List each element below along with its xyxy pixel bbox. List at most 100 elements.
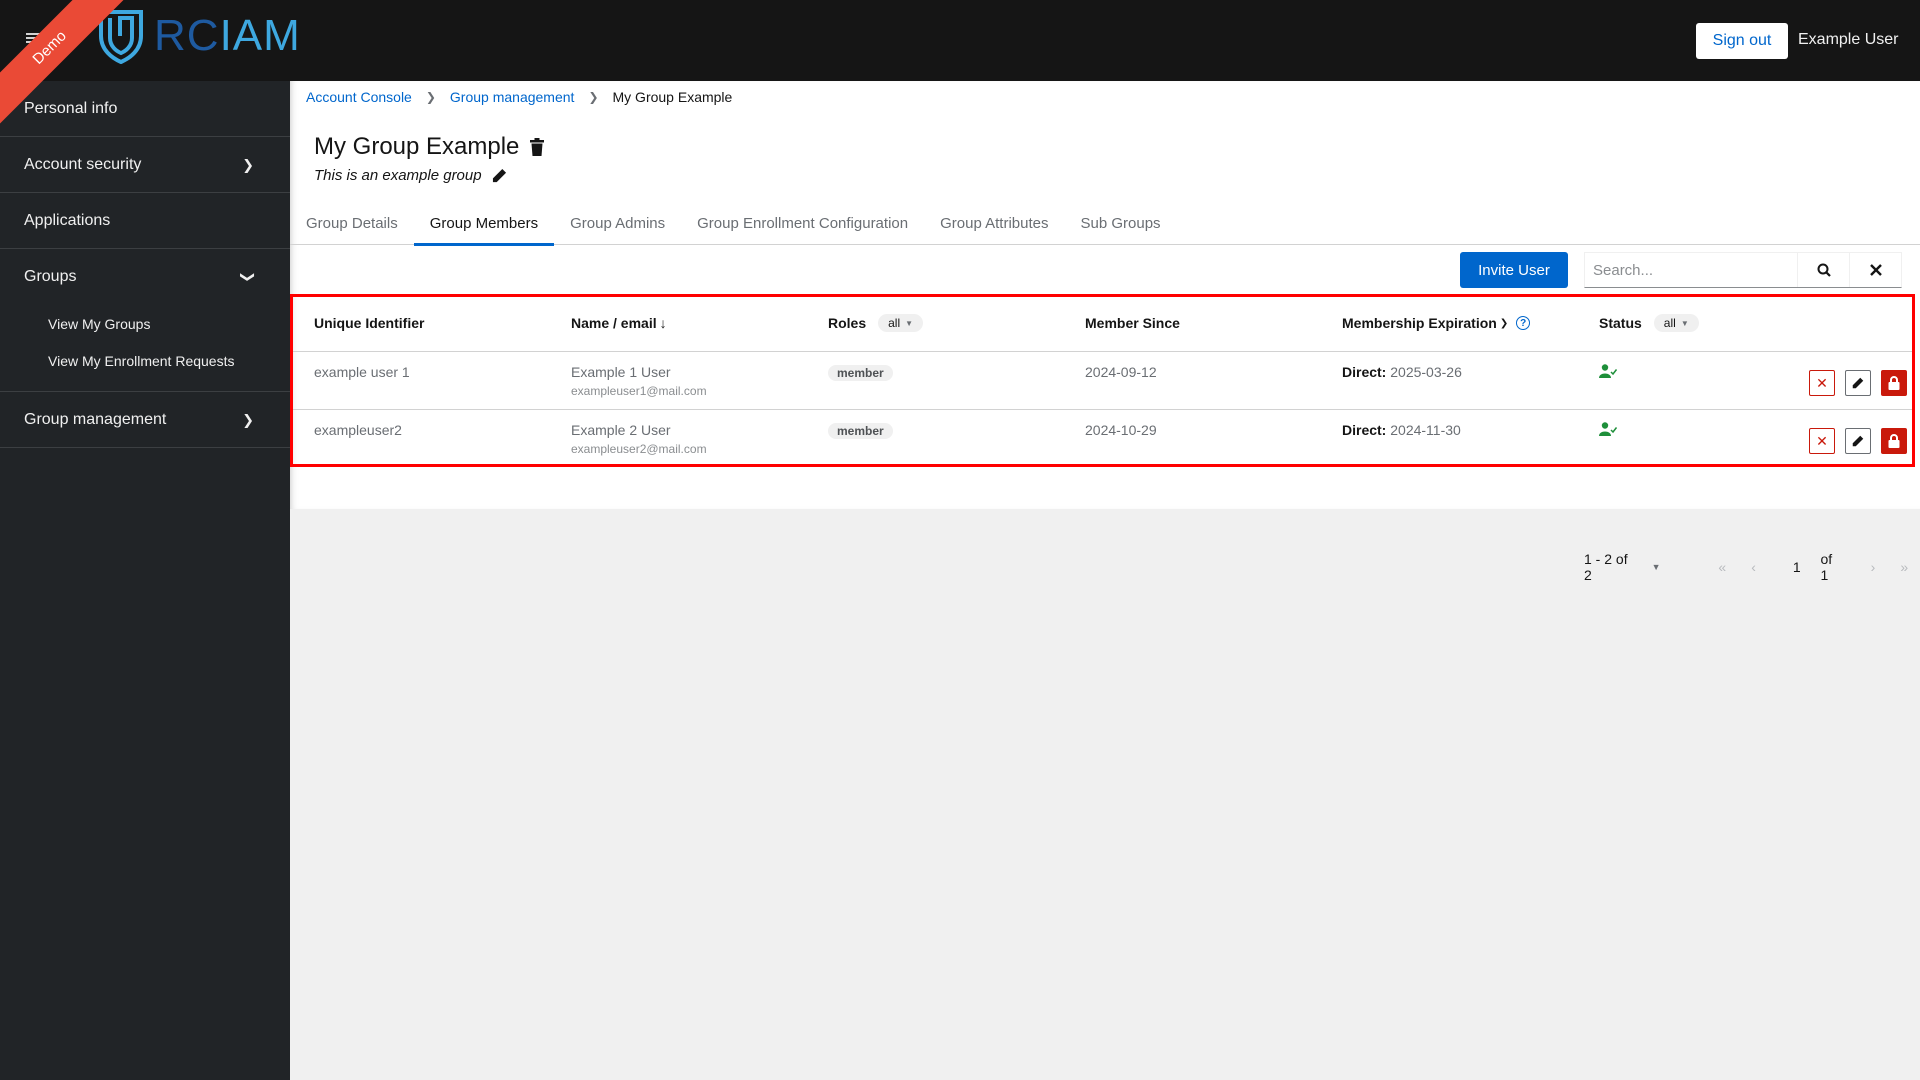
- header-unique-identifier: Unique Identifier: [314, 315, 425, 331]
- cell-status: [1575, 410, 1775, 468]
- breadcrumb-separator-icon: ❯: [588, 90, 599, 104]
- sidebar-item-group-management[interactable]: Group management ❯: [0, 392, 290, 448]
- cell-member-since: 2024-09-12: [1085, 364, 1157, 380]
- remove-member-button[interactable]: ✕: [1809, 370, 1835, 396]
- edit-member-button[interactable]: [1845, 428, 1871, 454]
- sidebar-item-personal-info[interactable]: Personal info: [0, 81, 290, 137]
- clear-search-button[interactable]: [1849, 253, 1901, 287]
- group-description-text: This is an example group: [314, 167, 482, 184]
- logo-text-rc: RC: [154, 11, 220, 60]
- sidebar-group-groups: Groups ❯ View My Groups View My Enrollme…: [0, 249, 290, 392]
- chevron-down-icon[interactable]: ❯: [1500, 318, 1508, 329]
- main-content: Account Console ❯ Group management ❯ My …: [290, 81, 1920, 585]
- member-name: Example 1 User: [571, 364, 671, 380]
- pencil-icon: [1852, 377, 1864, 389]
- cell-name-email: Example 2 User exampleuser2@mail.com: [547, 410, 804, 468]
- tab-group-enrollment-configuration[interactable]: Group Enrollment Configuration: [681, 212, 924, 245]
- trash-icon[interactable]: [529, 138, 545, 156]
- group-description: This is an example group: [314, 167, 507, 184]
- roles-filter-dropdown[interactable]: all ▼: [878, 314, 924, 332]
- breadcrumb-group-management[interactable]: Group management: [450, 89, 575, 105]
- role-chip: member: [828, 365, 893, 381]
- expiration-date: 2025-03-26: [1390, 364, 1462, 380]
- cell-unique-identifier: example user 1: [314, 364, 410, 380]
- header-name-email-label: Name / email: [571, 315, 657, 331]
- caret-down-icon: ▼: [905, 318, 914, 328]
- pagination-range: 1 - 2 of 2: [1584, 551, 1628, 583]
- help-icon[interactable]: ?: [1516, 316, 1531, 330]
- table-row: example user 1 Example 1 User exampleuse…: [290, 352, 1915, 410]
- cell-membership-expiration: Direct: 2025-03-26: [1318, 352, 1575, 409]
- last-page-icon[interactable]: »: [1889, 559, 1920, 575]
- top-header: RCIAM Demo Sign out Example User: [0, 0, 1920, 139]
- sidebar-item-label: Groups: [24, 268, 77, 285]
- suspend-member-button[interactable]: [1881, 370, 1907, 396]
- pagination-range-dropdown[interactable]: 1 - 2 of 2 ▼: [1584, 551, 1661, 583]
- pagination: 1 - 2 of 2 ▼ « ‹ 1 of 1 › »: [1584, 547, 1920, 587]
- tab-group-members[interactable]: Group Members: [413, 212, 555, 246]
- sidebar-nav: Personal info Account security ❯ Applica…: [0, 81, 290, 1080]
- row-actions: ✕: [1809, 370, 1907, 396]
- cell-roles: member: [804, 352, 1061, 409]
- tab-group-admins[interactable]: Group Admins: [554, 212, 681, 245]
- breadcrumb-current: My Group Example: [612, 89, 733, 105]
- page-title: My Group Example: [314, 133, 545, 161]
- remove-member-button[interactable]: ✕: [1809, 428, 1835, 454]
- status-filter-value: all: [1663, 316, 1676, 330]
- pencil-icon[interactable]: [492, 168, 507, 183]
- sidebar-item-label: Account security: [24, 155, 142, 173]
- member-name: Example 2 User: [571, 422, 671, 438]
- lock-icon: [1888, 376, 1900, 390]
- sidebar-subitem-view-my-groups[interactable]: View My Groups: [0, 305, 290, 342]
- tab-group-details[interactable]: Group Details: [306, 212, 414, 245]
- roles-filter-value: all: [888, 316, 901, 330]
- sidebar-item-account-security[interactable]: Account security ❯: [0, 137, 290, 193]
- sidebar-item-applications[interactable]: Applications: [0, 193, 290, 249]
- invite-user-button[interactable]: Invite User: [1460, 252, 1568, 288]
- search-input[interactable]: [1585, 253, 1797, 287]
- header-membership-expiration[interactable]: Membership Expiration ❯ ?: [1318, 315, 1575, 331]
- edit-member-button[interactable]: [1845, 370, 1871, 396]
- cell-name-email: Example 1 User exampleuser1@mail.com: [547, 352, 804, 409]
- previous-page-icon[interactable]: ‹: [1738, 559, 1769, 575]
- expiration-type: Direct:: [1342, 422, 1387, 438]
- suspend-member-button[interactable]: [1881, 428, 1907, 454]
- tab-sub-groups[interactable]: Sub Groups: [1065, 212, 1177, 245]
- expiration-type: Direct:: [1342, 364, 1387, 380]
- row-actions: ✕: [1809, 428, 1907, 454]
- caret-down-icon: ▼: [1651, 562, 1661, 572]
- member-email: exampleuser1@mail.com: [571, 384, 707, 398]
- close-icon: [1869, 264, 1882, 276]
- status-filter-dropdown[interactable]: all ▼: [1653, 314, 1699, 332]
- sign-out-button[interactable]: Sign out: [1696, 23, 1788, 59]
- cell-status: [1575, 352, 1775, 409]
- user-name[interactable]: Example User: [1798, 31, 1898, 49]
- header-status: Status all ▼: [1575, 314, 1775, 332]
- tab-bar: Group Details Group Members Group Admins…: [290, 212, 1920, 246]
- role-chip: member: [828, 423, 893, 439]
- header-name-email[interactable]: Name / email ↓: [547, 315, 804, 331]
- next-page-icon[interactable]: ›: [1857, 559, 1888, 575]
- tab-group-attributes[interactable]: Group Attributes: [924, 212, 1064, 245]
- header-status-label: Status: [1599, 315, 1642, 331]
- search-button[interactable]: [1797, 253, 1849, 287]
- header-expiration-label: Membership Expiration: [1342, 315, 1497, 331]
- sidebar-item-label: Group management: [24, 410, 167, 428]
- member-email: exampleuser2@mail.com: [571, 442, 707, 456]
- page-number-input[interactable]: 1: [1779, 549, 1815, 585]
- rciam-logo[interactable]: RCIAM: [96, 8, 301, 64]
- header-roles: Roles all ▼: [804, 314, 1061, 332]
- logo-text-iam: IAM: [219, 11, 301, 60]
- cell-roles: member: [804, 410, 1061, 468]
- first-page-icon[interactable]: «: [1707, 559, 1738, 575]
- active-member-icon: [1599, 364, 1618, 378]
- search-box: [1584, 252, 1902, 288]
- table-row: exampleuser2 Example 2 User exampleuser2…: [290, 410, 1915, 468]
- page-title-text: My Group Example: [314, 133, 520, 160]
- cell-unique-identifier: exampleuser2: [314, 422, 402, 438]
- cell-member-since: 2024-10-29: [1085, 422, 1157, 438]
- sidebar-subitem-view-my-enrollment-requests[interactable]: View My Enrollment Requests: [0, 342, 290, 379]
- breadcrumb-account-console[interactable]: Account Console: [306, 89, 412, 105]
- sidebar-item-groups[interactable]: Groups ❯: [0, 249, 290, 305]
- sort-down-icon[interactable]: ↓: [660, 315, 667, 331]
